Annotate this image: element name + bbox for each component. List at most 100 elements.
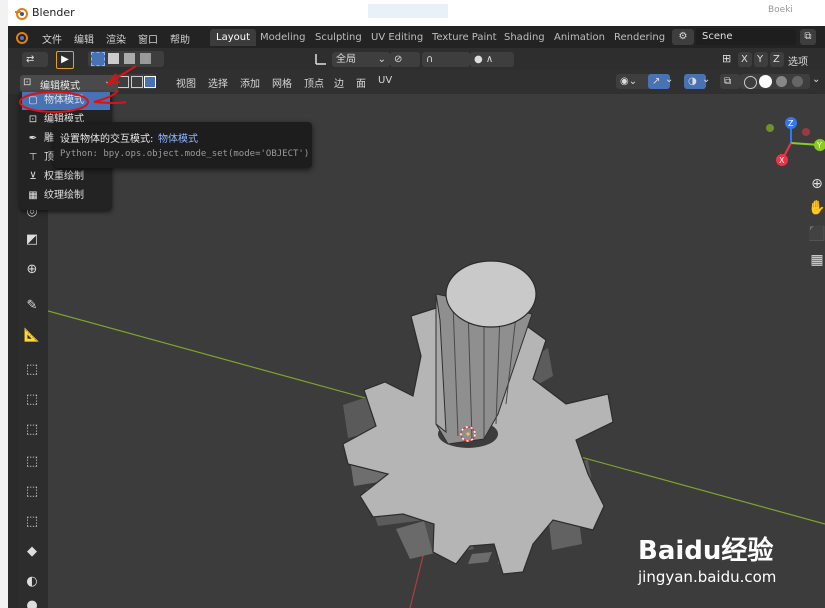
magnet-icon: ∩ — [426, 54, 434, 65]
options-menu[interactable]: 选项 — [788, 53, 808, 68]
annotate-tool-icon: ✎ — [26, 297, 38, 313]
scene-icon: ⚙ — [678, 31, 688, 42]
tool-add-cube[interactable]: ⬚ — [21, 358, 43, 380]
zoom-view-button[interactable]: ⊕ — [805, 176, 825, 196]
title-bar: Blender Boeki — [8, 0, 825, 26]
vertex-paint-icon: ⊤ — [28, 152, 38, 163]
shading-mode-group[interactable] — [740, 74, 810, 89]
solid-shading-icon[interactable] — [759, 75, 772, 88]
camera-view-button[interactable]: ⬛ — [805, 226, 825, 246]
cube-tool-icon: ⬚ — [25, 361, 39, 377]
tooltip-python: Python: bpy.ops.object.mode_set(mode='OB… — [60, 149, 310, 159]
blender-menu-icon[interactable] — [14, 30, 28, 44]
gizmo-x-label: X — [779, 156, 785, 165]
tool-transform[interactable]: ⊕ — [21, 258, 43, 280]
tab-animation[interactable]: Animation — [548, 29, 611, 46]
tool-knife[interactable]: ⬚ — [21, 510, 43, 532]
loop-cut-tool-icon: ⬚ — [25, 483, 39, 499]
grid-icon: ▦ — [810, 252, 824, 268]
tab-layout[interactable]: Layout — [210, 29, 256, 46]
menu-render[interactable]: 渲染 — [106, 31, 126, 46]
proportional-edit-dropdown[interactable]: ● ∧ — [470, 52, 514, 67]
orientation-dropdown[interactable]: 全局 ⌄ — [332, 52, 390, 67]
mirror-icon[interactable]: ⊞ — [722, 52, 736, 67]
gizmo-icon: ↗ — [652, 76, 661, 87]
mirror-z-toggle[interactable]: Z — [770, 52, 784, 67]
tool-poly-build[interactable]: ◆ — [21, 540, 43, 562]
tab-sculpting[interactable]: Sculpting — [309, 29, 368, 46]
tab-rendering[interactable]: Rendering — [608, 29, 671, 46]
title-right-text: Boeki — [768, 5, 793, 15]
outer-window-edge — [0, 0, 8, 608]
mode-menu-item-label: 权重绘制 — [44, 171, 84, 182]
knife-tool-icon: ⬚ — [25, 513, 39, 529]
extrude-tool-icon: ⬚ — [25, 391, 39, 407]
transform-tool-icon: ⊕ — [26, 261, 38, 277]
blender-logo-icon — [15, 8, 28, 20]
header-menu-face[interactable]: 面 — [356, 75, 366, 90]
overlay-dropdown-chevron-icon[interactable]: ⌄ — [702, 74, 712, 89]
scene-selector-button[interactable]: ⚙ — [672, 29, 694, 45]
pan-view-button[interactable]: ✋ — [805, 200, 825, 220]
mode-menu-item-texture-paint[interactable]: ▦ 纹理绘制 — [22, 187, 110, 205]
shading-dropdown-chevron-icon[interactable]: ⌄ — [812, 74, 822, 89]
tooltip-title-value: 物体模式 — [158, 134, 198, 145]
tool-measure[interactable]: 📐 — [21, 324, 43, 346]
inset-tool-icon: ⬚ — [25, 421, 39, 437]
scene-field[interactable]: Scene — [696, 29, 796, 45]
tab-shading[interactable]: Shading — [498, 29, 551, 46]
mode-menu-item-weight-paint[interactable]: ⊻ 权重绘制 — [22, 168, 110, 186]
navigation-gizmo[interactable]: Z Y X — [758, 110, 825, 176]
mirror-z-label: Z — [773, 54, 780, 65]
zoom-icon: ⊕ — [811, 176, 823, 192]
tool-inset[interactable]: ⬚ — [21, 418, 43, 440]
mirror-x-toggle[interactable]: X — [738, 52, 752, 67]
tab-texture-paint[interactable]: Texture Paint — [426, 29, 503, 46]
tool-extrude[interactable]: ⬚ — [21, 388, 43, 410]
menu-edit[interactable]: 编辑 — [74, 31, 94, 46]
tool-annotate[interactable]: ✎ — [21, 294, 43, 316]
rendered-shading-icon[interactable] — [792, 76, 803, 87]
header-menu-view[interactable]: 视图 — [176, 75, 196, 90]
poly-build-tool-icon: ◆ — [27, 543, 37, 559]
orientation-label: 全局 — [336, 54, 356, 65]
menu-window[interactable]: 窗口 — [138, 31, 158, 46]
perspective-toggle-button[interactable]: ▦ — [805, 252, 825, 272]
tooltip-title-prefix: 设置物体的交互模式: — [60, 134, 154, 145]
xray-icon: ⧉ — [724, 76, 732, 87]
tool-spin[interactable]: ◐ — [21, 570, 43, 592]
tool-scale[interactable]: ◩ — [21, 228, 43, 250]
header-menu-mesh[interactable]: 网格 — [272, 75, 292, 90]
mirror-y-toggle[interactable]: Y — [754, 52, 768, 67]
header-menu-vertex[interactable]: 顶点 — [304, 75, 324, 90]
tab-modeling[interactable]: Modeling — [254, 29, 312, 46]
title-blurred-area — [368, 4, 448, 18]
wireframe-shading-icon[interactable] — [744, 76, 757, 89]
watermark-brand: Baidu经验 — [638, 536, 774, 566]
snap-dropdown[interactable]: ∩ — [422, 52, 470, 67]
xray-toggle[interactable]: ⧉ — [720, 74, 740, 89]
header-menu-add[interactable]: 添加 — [240, 75, 260, 90]
menu-help[interactable]: 帮助 — [170, 31, 190, 46]
header-menu-select[interactable]: 选择 — [208, 75, 228, 90]
mirror-y-label: Y — [757, 54, 764, 65]
gear-object[interactable] — [342, 260, 614, 575]
link-icon: ⊘ — [394, 54, 403, 65]
header-menu-edge[interactable]: 边 — [334, 75, 344, 90]
header-menu-uv[interactable]: UV — [378, 75, 392, 86]
smooth-tool-icon: ● — [26, 597, 38, 608]
material-shading-icon[interactable] — [776, 76, 787, 87]
tool-loop-cut[interactable]: ⬚ — [21, 480, 43, 502]
gizmo-z-label: Z — [788, 119, 794, 128]
tool-smooth[interactable]: ● — [21, 594, 43, 608]
visibility-dropdown[interactable]: ◉⌄ — [616, 74, 652, 89]
transform-pivot-icon[interactable] — [314, 52, 328, 66]
gizmo-dropdown-chevron-icon[interactable]: ⌄ — [665, 74, 675, 89]
menu-file[interactable]: 文件 — [42, 31, 62, 46]
tab-uv-editing[interactable]: UV Editing — [365, 29, 429, 46]
watermark: Baidu经验 jingyan.baidu.com — [638, 520, 798, 595]
new-scene-button[interactable]: ⧉ — [800, 29, 816, 45]
pivot-point-dropdown[interactable]: ⊘ — [390, 52, 420, 67]
weight-paint-icon: ⊻ — [29, 171, 37, 182]
tool-bevel[interactable]: ⬚ — [21, 450, 43, 472]
